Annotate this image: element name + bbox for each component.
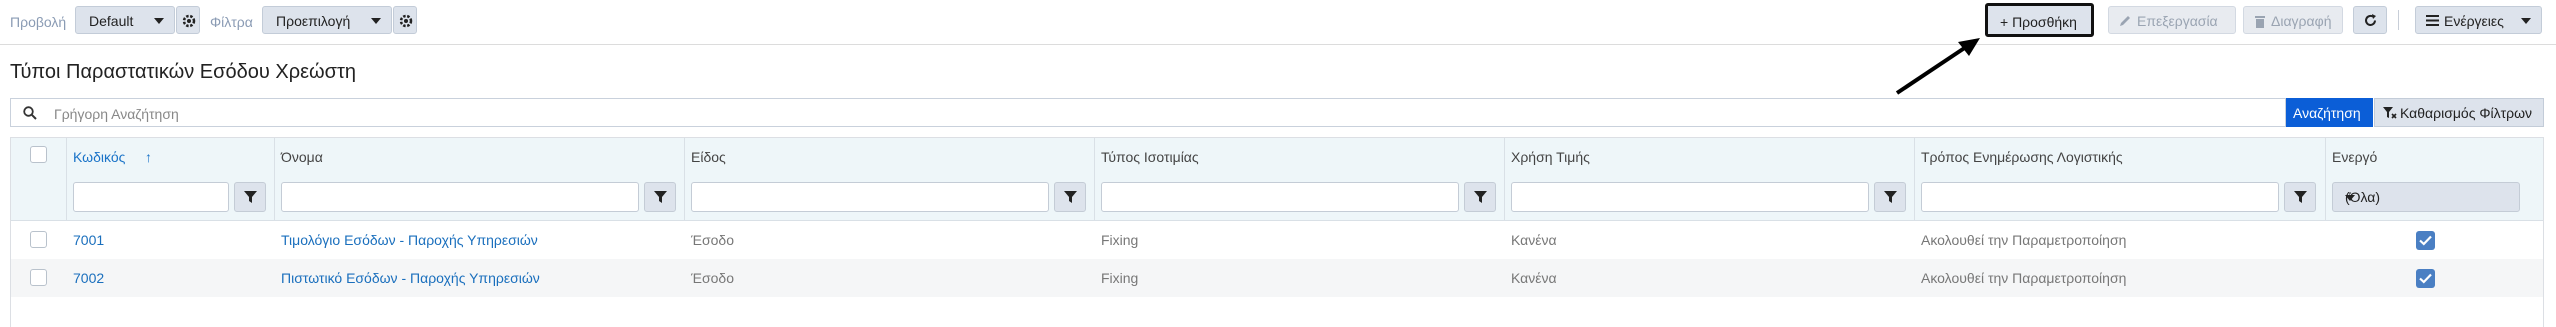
actions-menu-label: Ενέργειες xyxy=(2444,13,2504,29)
filter-input-price-use[interactable] xyxy=(1511,182,1869,212)
row-checkbox[interactable] xyxy=(30,269,47,286)
cell-accounting-update: Ακολουθεί την Παραμετροποίηση xyxy=(1921,270,2127,286)
search-placeholder: Γρήγορη Αναζήτηση xyxy=(54,106,179,122)
cell-price-use: Κανένα xyxy=(1511,270,1557,286)
filter-button-price-use[interactable] xyxy=(1874,182,1906,212)
cell-kind: Έσοδο xyxy=(691,270,734,286)
filter-icon xyxy=(654,191,667,203)
toolbar-divider xyxy=(2398,10,2399,30)
filter-button-kind[interactable] xyxy=(1054,182,1086,212)
filter-icon xyxy=(1474,191,1487,203)
active-checkbox[interactable] xyxy=(2416,231,2435,250)
filter-label: Φίλτρα xyxy=(210,14,253,30)
view-settings-button[interactable] xyxy=(176,6,200,34)
clear-filter-icon xyxy=(2383,107,2397,119)
filter-button-code[interactable] xyxy=(234,182,266,212)
column-header-code[interactable]: Κωδικός xyxy=(73,149,125,165)
check-icon xyxy=(2419,273,2432,284)
table-row[interactable]: 7001 Τιμολόγιο Εσόδων - Παροχής Υπηρεσιώ… xyxy=(11,221,2543,259)
clear-filters-label: Καθαρισμός Φίλτρων xyxy=(2400,105,2533,121)
filter-button-rate-type[interactable] xyxy=(1464,182,1496,212)
chevron-down-icon xyxy=(2521,18,2531,24)
cell-price-use: Κανένα xyxy=(1511,232,1557,248)
menu-icon xyxy=(2426,15,2439,26)
filter-input-rate-type[interactable] xyxy=(1101,182,1459,212)
top-toolbar: Προβολή Default Φίλτρα Προεπιλογή + Προσ… xyxy=(0,0,2556,45)
column-divider xyxy=(274,138,275,220)
add-button-label: + Προσθήκη xyxy=(2000,14,2077,30)
view-label: Προβολή xyxy=(10,14,67,30)
cell-code[interactable]: 7001 xyxy=(73,232,104,248)
filter-icon xyxy=(244,191,257,203)
view-dropdown[interactable]: Default xyxy=(75,6,175,34)
chevron-down-icon xyxy=(154,18,164,24)
cell-accounting-update: Ακολουθεί την Παραμετροποίηση xyxy=(1921,232,2127,248)
filter-settings-button[interactable] xyxy=(393,6,417,34)
column-header-name[interactable]: Όνομα xyxy=(281,149,323,165)
column-header-price-use[interactable]: Χρήση Τιμής xyxy=(1511,149,1590,165)
column-divider xyxy=(66,138,67,220)
column-divider xyxy=(1504,138,1505,220)
column-divider xyxy=(1094,138,1095,220)
refresh-icon xyxy=(2365,14,2376,26)
view-dropdown-value: Default xyxy=(89,13,134,29)
filter-icon xyxy=(1064,191,1077,203)
cell-code[interactable]: 7002 xyxy=(73,270,104,286)
table-row[interactable]: 7002 Πιστωτικό Εσόδων - Παροχής Υπηρεσιώ… xyxy=(11,259,2543,297)
edit-button[interactable]: Επεξεργασία xyxy=(2108,6,2236,34)
filter-input-kind[interactable] xyxy=(691,182,1049,212)
gear-icon xyxy=(182,14,196,28)
edit-button-label: Επεξεργασία xyxy=(2137,13,2218,29)
column-divider xyxy=(2325,138,2326,220)
active-checkbox[interactable] xyxy=(2416,269,2435,288)
column-header-rate-type[interactable]: Τύπος Ισοτιμίας xyxy=(1101,149,1199,165)
column-header-kind[interactable]: Είδος xyxy=(691,149,726,165)
add-button[interactable]: + Προσθήκη xyxy=(1985,3,2094,37)
gear-icon xyxy=(399,14,413,28)
chevron-down-icon xyxy=(2345,195,2355,201)
actions-menu-button[interactable]: Ενέργειες xyxy=(2415,6,2542,34)
search-icon xyxy=(23,106,37,120)
refresh-button[interactable] xyxy=(2353,6,2387,34)
column-header-accounting-update[interactable]: Τρόπος Ενημέρωσης Λογιστικής xyxy=(1921,149,2123,165)
chevron-down-icon xyxy=(371,18,381,24)
row-checkbox[interactable] xyxy=(30,231,47,248)
search-button[interactable]: Αναζήτηση xyxy=(2286,98,2373,127)
cell-kind: Έσοδο xyxy=(691,232,734,248)
filter-button-name[interactable] xyxy=(644,182,676,212)
search-button-label: Αναζήτηση xyxy=(2293,105,2361,121)
filter-dropdown-value: Προεπιλογή xyxy=(276,13,351,29)
cell-rate-type: Fixing xyxy=(1101,270,1139,286)
select-all-checkbox[interactable] xyxy=(30,146,47,163)
delete-button[interactable]: Διαγραφή xyxy=(2243,6,2343,34)
trash-icon xyxy=(2255,16,2265,28)
column-header-active[interactable]: Ενεργό xyxy=(2332,149,2377,165)
delete-button-label: Διαγραφή xyxy=(2271,13,2332,29)
filter-icon xyxy=(1884,191,1897,203)
check-icon xyxy=(2419,235,2432,246)
cell-rate-type: Fixing xyxy=(1101,232,1139,248)
filter-input-code[interactable] xyxy=(73,182,229,212)
search-input[interactable]: Γρήγορη Αναζήτηση xyxy=(10,98,2286,127)
filter-dropdown[interactable]: Προεπιλογή xyxy=(262,6,392,34)
grid-header: Κωδικός ↑ Όνομα Είδος Τύπος Ισοτιμίας Χρ… xyxy=(11,138,2543,221)
filter-input-name[interactable] xyxy=(281,182,639,212)
clear-filters-button[interactable]: Καθαρισμός Φίλτρων xyxy=(2374,98,2544,127)
filter-select-active[interactable]: (Όλα) xyxy=(2332,182,2520,212)
column-divider xyxy=(684,138,685,220)
cell-name[interactable]: Τιμολόγιο Εσόδων - Παροχής Υπηρεσιών xyxy=(281,232,538,248)
filter-input-accounting-update[interactable] xyxy=(1921,182,2279,212)
page-title: Τύποι Παραστατικών Εσόδου Χρεώστη xyxy=(10,61,356,83)
column-divider xyxy=(1914,138,1915,220)
pencil-icon xyxy=(2120,16,2130,26)
cell-name[interactable]: Πιστωτικό Εσόδων - Παροχής Υπηρεσιών xyxy=(281,270,540,286)
data-grid: Κωδικός ↑ Όνομα Είδος Τύπος Ισοτιμίας Χρ… xyxy=(10,137,2544,327)
filter-button-accounting-update[interactable] xyxy=(2284,182,2316,212)
filter-icon xyxy=(2294,191,2307,203)
sort-ascending-icon: ↑ xyxy=(145,149,152,165)
